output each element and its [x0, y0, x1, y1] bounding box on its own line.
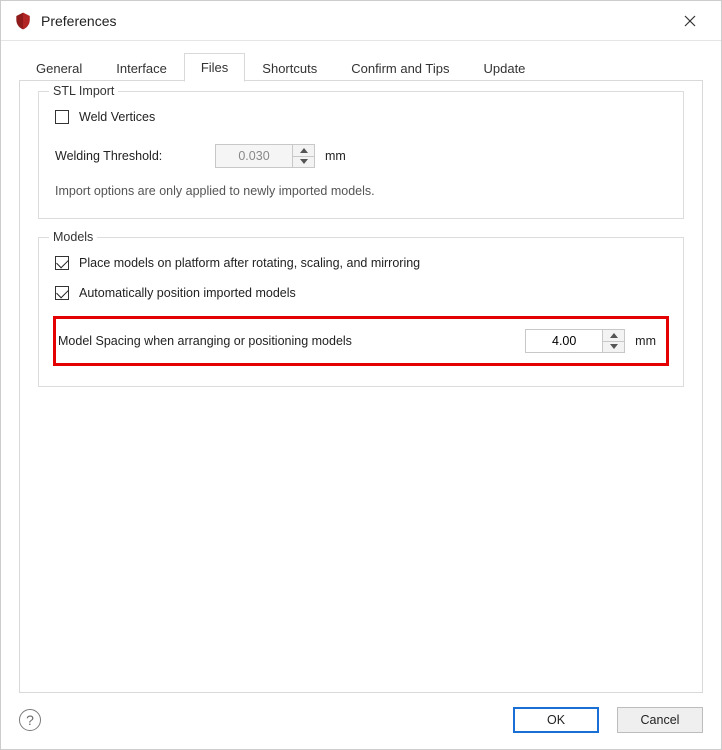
tab-panel: STL Import Weld Vertices Welding Thresho… — [19, 80, 703, 693]
stl-hint: Import options are only applied to newly… — [55, 184, 667, 198]
unit-model-spacing: mm — [635, 334, 656, 348]
spinner-buttons — [602, 330, 624, 352]
tab-interface[interactable]: Interface — [99, 54, 184, 82]
label-welding-threshold: Welding Threshold: — [55, 149, 215, 163]
spinner-welding-threshold — [215, 144, 315, 168]
row-auto-position: Automatically position imported models — [55, 286, 667, 300]
spinner-down — [293, 156, 314, 168]
tab-shortcuts[interactable]: Shortcuts — [245, 54, 334, 82]
label-place-on-platform: Place models on platform after rotating,… — [79, 256, 420, 270]
titlebar: Preferences — [1, 1, 721, 41]
checkbox-auto-position[interactable] — [55, 286, 69, 300]
label-model-spacing: Model Spacing when arranging or position… — [58, 334, 525, 348]
input-model-spacing[interactable] — [526, 330, 602, 352]
label-weld-vertices: Weld Vertices — [79, 110, 155, 124]
unit-threshold: mm — [325, 149, 346, 163]
tab-files[interactable]: Files — [184, 53, 245, 82]
spinner-model-spacing[interactable] — [525, 329, 625, 353]
app-shield-icon — [13, 11, 33, 31]
spinner-up[interactable] — [603, 330, 624, 341]
checkbox-place-on-platform[interactable] — [55, 256, 69, 270]
cancel-button[interactable]: Cancel — [617, 707, 703, 733]
preferences-window: Preferences General Interface Files Shor… — [0, 0, 722, 750]
tab-confirm-and-tips[interactable]: Confirm and Tips — [334, 54, 466, 82]
footer: ? OK Cancel — [1, 693, 721, 749]
tab-general[interactable]: General — [19, 54, 99, 82]
group-title-stl: STL Import — [49, 84, 118, 98]
group-title-models: Models — [49, 230, 97, 244]
help-icon[interactable]: ? — [19, 709, 41, 731]
window-title: Preferences — [41, 13, 116, 29]
input-welding-threshold — [216, 145, 292, 167]
row-place-on-platform: Place models on platform after rotating,… — [55, 256, 667, 270]
spinner-buttons — [292, 145, 314, 167]
close-button[interactable] — [667, 1, 713, 41]
row-welding-threshold: Welding Threshold: mm — [55, 144, 667, 168]
tab-bar: General Interface Files Shortcuts Confir… — [19, 53, 703, 81]
row-model-spacing-highlighted: Model Spacing when arranging or position… — [53, 316, 669, 366]
group-models: Models Place models on platform after ro… — [38, 237, 684, 387]
checkbox-weld-vertices[interactable] — [55, 110, 69, 124]
spinner-down[interactable] — [603, 341, 624, 353]
row-weld-vertices: Weld Vertices — [55, 110, 667, 124]
tab-update[interactable]: Update — [466, 54, 542, 82]
spinner-up — [293, 145, 314, 156]
label-auto-position: Automatically position imported models — [79, 286, 296, 300]
group-stl-import: STL Import Weld Vertices Welding Thresho… — [38, 91, 684, 219]
content-area: General Interface Files Shortcuts Confir… — [1, 41, 721, 693]
ok-button[interactable]: OK — [513, 707, 599, 733]
